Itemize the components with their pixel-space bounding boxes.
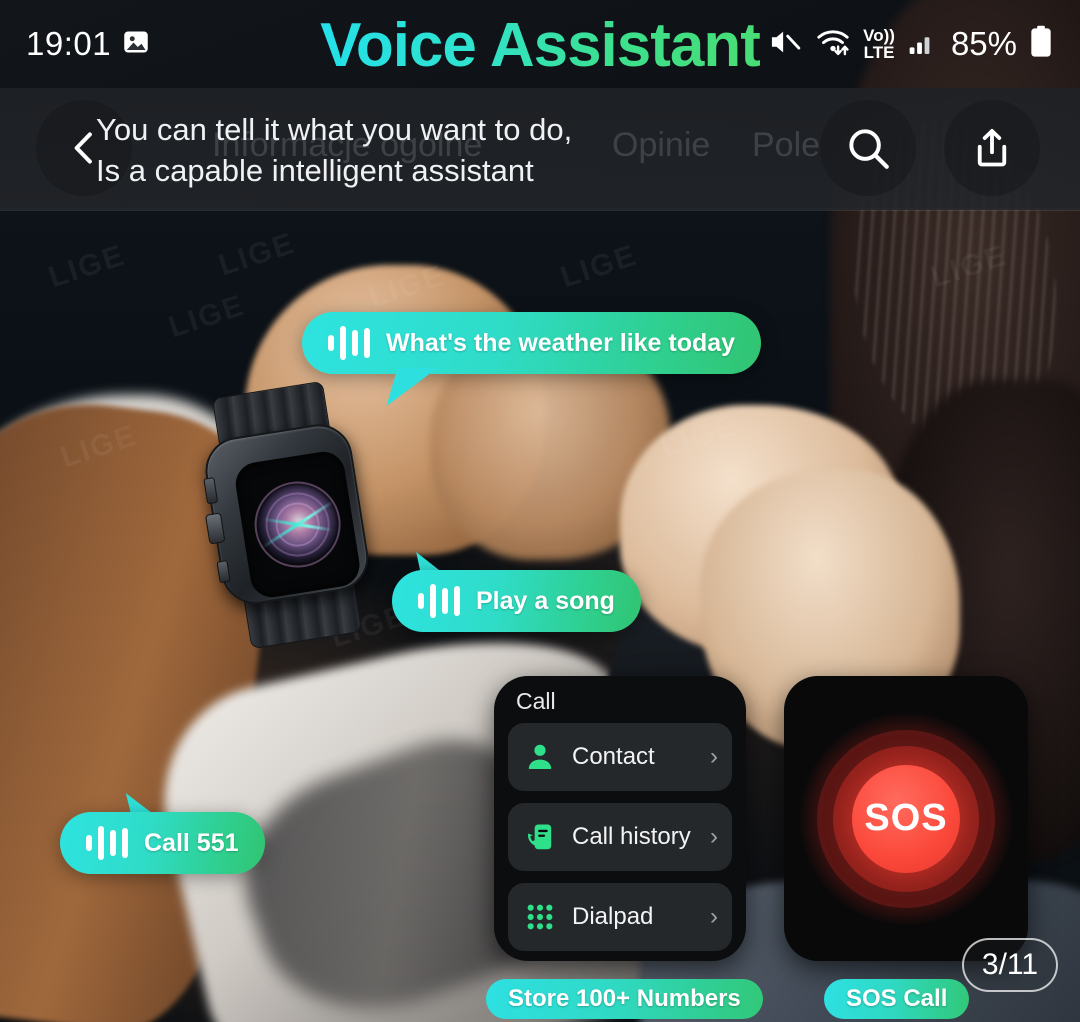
voice-waveform-icon (418, 584, 460, 618)
voice-command-bubble[interactable]: What's the weather like today (302, 312, 762, 374)
volte-bottom-label: LTE (863, 43, 895, 62)
voice-command-bubble[interactable]: Call 551 (60, 812, 265, 874)
call-menu-item-dialpad[interactable]: Dialpad › (508, 883, 732, 951)
smartwatch-on-wrist (191, 380, 384, 650)
mute-icon (767, 26, 803, 63)
page-subtitle: You can tell it what you want to do, Is … (96, 110, 816, 192)
battery-percentage: 85% (950, 25, 1017, 62)
search-button[interactable] (820, 100, 916, 196)
signal-icon (906, 26, 940, 63)
voice-waveform-icon (86, 826, 128, 860)
call-menu-panel: Call Contact › Call history › Dialpad › (494, 676, 746, 961)
page-subtitle-line-2: Is a capable intelligent assistant (96, 152, 534, 188)
voice-command-text: Call 551 (144, 828, 239, 857)
call-menu-label: Dialpad (572, 903, 654, 930)
screenshot-root: LIGE LIGE LIGE LIGE LIGE LIGE LIGE LIGE … (0, 0, 1080, 1022)
watch-face (232, 448, 363, 601)
watch-side-button-top (203, 477, 219, 505)
feature-pill-sos-call: SOS Call (824, 979, 970, 1019)
page-subtitle-line-1: You can tell it what you want to do, (96, 112, 573, 147)
voice-waveform-icon (328, 326, 370, 360)
feature-pill-label: SOS Call (846, 985, 948, 1012)
share-button[interactable] (944, 100, 1040, 196)
status-bar-right: Vo)) LTE 85% (767, 25, 1054, 64)
voice-command-bubble[interactable]: Play a song (392, 570, 641, 632)
call-menu-item-call-history[interactable]: Call history › (508, 803, 732, 871)
sos-button[interactable]: SOS (852, 764, 960, 873)
status-bar: 19:01 Vo)) LTE 85% (0, 0, 1080, 88)
call-menu-item-contact[interactable]: Contact › (508, 723, 732, 791)
call-menu-label: Call history (572, 823, 691, 850)
dialpad-icon (522, 899, 558, 935)
watch-side-button-bottom (216, 559, 231, 584)
watch-crown (204, 512, 226, 545)
navigation-bar: Informacje ogólne Opinie Pole You can te… (0, 88, 1080, 210)
chevron-right-icon: › (710, 823, 718, 850)
watch-case (200, 419, 374, 609)
chevron-right-icon: › (710, 903, 718, 930)
status-bar-left: 19:01 (26, 25, 151, 63)
battery-icon (1028, 25, 1054, 64)
wifi-icon (814, 25, 852, 64)
call-history-icon (522, 819, 558, 855)
search-icon (849, 129, 889, 169)
contact-person-icon (522, 739, 558, 775)
feature-pill-store-numbers: Store 100+ Numbers (486, 979, 763, 1019)
page-counter: 3/11 (962, 938, 1058, 992)
sos-label: SOS (864, 797, 948, 839)
share-icon (977, 129, 1007, 167)
sos-panel: SOS (784, 676, 1028, 961)
voice-command-text: Play a song (476, 586, 615, 615)
feature-pill-label: Store 100+ Numbers (508, 985, 741, 1012)
call-panel-title: Call (516, 688, 556, 714)
sos-ripple-rings: SOS (796, 709, 1016, 929)
chevron-right-icon: › (710, 743, 718, 770)
call-menu-label: Contact (572, 743, 655, 770)
page-counter-text: 3/11 (981, 948, 1039, 981)
voice-command-text: What's the weather like today (386, 328, 736, 357)
image-icon (121, 27, 151, 62)
volte-top-label: Vo)) (863, 26, 895, 45)
status-time: 19:01 (26, 25, 112, 62)
volte-icon: Vo)) LTE (863, 27, 895, 61)
